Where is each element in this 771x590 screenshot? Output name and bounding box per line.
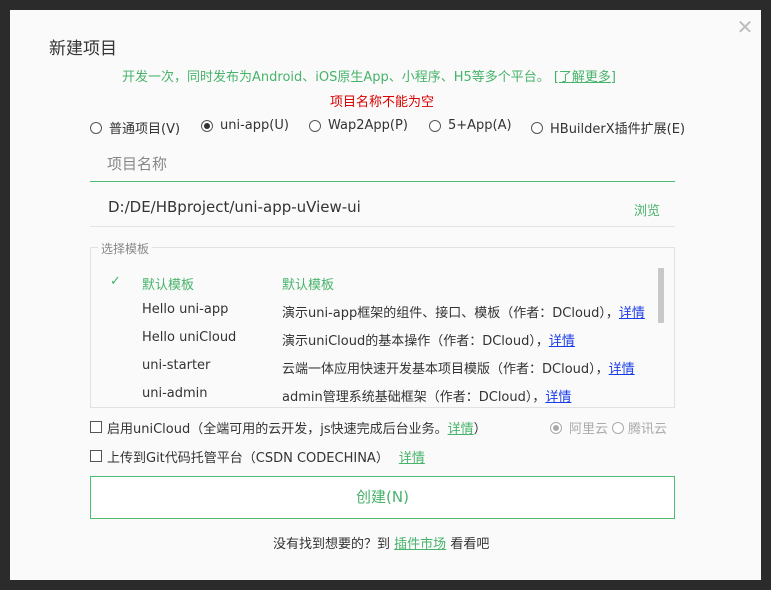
- location-row: D:/DE/HBproject/uni-app-uView-ui 浏览: [90, 192, 675, 227]
- radio-icon: [429, 119, 441, 132]
- plugin-market-link[interactable]: 插件市场: [394, 537, 446, 552]
- project-name-input[interactable]: [90, 146, 675, 182]
- type-label: uni-app(U): [220, 118, 289, 133]
- template-row-hello-unicloud[interactable]: Hello uniCloud 演示uniCloud的基本操作（作者：DCloud…: [91, 324, 661, 352]
- template-row-hello-uniapp[interactable]: Hello uni-app 演示uni-app框架的组件、接口、模板（作者：DC…: [91, 296, 661, 324]
- template-name: Hello uniCloud: [142, 330, 237, 345]
- template-list[interactable]: ✓ 默认模板 默认模板 Hello uni-app 演示uni-app框架的组件…: [91, 268, 661, 408]
- git-row: 上传到Git代码托管平台（CSDN CODECHINA） 详情: [90, 447, 425, 466]
- template-legend: 选择模板: [98, 240, 153, 257]
- type-normal-radio[interactable]: 普通项目(V): [90, 118, 180, 137]
- git-label: 上传到Git代码托管平台（CSDN CODECHINA）: [107, 450, 389, 466]
- template-desc: admin管理系统基础框架（作者：DCloud），详情: [282, 386, 571, 405]
- footer-prefix: 没有找到想要的？到: [273, 537, 391, 552]
- location-path[interactable]: D:/DE/HBproject/uni-app-uView-ui: [108, 198, 361, 216]
- template-desc: 云端一体应用快速开发基本项目模版（作者：DCloud），详情: [282, 358, 635, 377]
- error-message: 项目名称不能为空: [330, 95, 435, 110]
- unicloud-close-paren: ）: [473, 421, 487, 437]
- template-row-default[interactable]: ✓ 默认模板 默认模板: [91, 268, 661, 296]
- footer-text: 没有找到想要的？到 插件市场 看看吧: [273, 533, 489, 552]
- template-row-uni-starter[interactable]: uni-starter 云端一体应用快速开发基本项目模版（作者：DCloud），…: [91, 352, 661, 380]
- template-detail-link[interactable]: 详情: [545, 390, 571, 405]
- git-detail-link[interactable]: 详情: [399, 447, 425, 466]
- template-detail-link[interactable]: 详情: [609, 362, 635, 377]
- template-name: uni-admin: [142, 386, 208, 401]
- unicloud-checkbox[interactable]: [90, 421, 102, 433]
- template-row-uni-admin[interactable]: uni-admin admin管理系统基础框架（作者：DCloud），详情: [91, 380, 661, 408]
- template-detail-link[interactable]: 详情: [549, 334, 575, 349]
- template-scrollbar[interactable]: [658, 268, 664, 323]
- type-label: Wap2App(P): [328, 118, 408, 133]
- template-desc-text: 演示uni-app框架的组件、接口、模板（作者：DCloud），: [282, 306, 619, 321]
- template-desc: 演示uni-app框架的组件、接口、模板（作者：DCloud），详情: [282, 302, 645, 321]
- footer-suffix: 看看吧: [450, 537, 490, 552]
- type-hbuilderx-plugin-radio[interactable]: HBuilderX插件扩展(E): [531, 118, 685, 137]
- type-label: 普通项目(V): [109, 122, 181, 137]
- provider-aliyun-label: 阿里云: [569, 422, 609, 437]
- radio-selected-icon: [201, 119, 213, 132]
- template-desc-text: admin管理系统基础框架（作者：DCloud），: [282, 390, 546, 405]
- git-checkbox[interactable]: [90, 450, 102, 462]
- template-name: Hello uni-app: [142, 302, 229, 317]
- template-desc: 默认模板: [282, 278, 335, 293]
- unicloud-detail-link[interactable]: 详情: [448, 418, 474, 437]
- dialog-subtitle: 开发一次，同时发布为Android、iOS原生App、小程序、H5等多个平台。 […: [122, 66, 616, 85]
- type-uniapp-radio[interactable]: uni-app(U): [201, 118, 289, 133]
- unicloud-row: 启用uniCloud（全端可用的云开发，js快速完成后台业务。 详情）: [90, 418, 487, 437]
- radio-icon: [309, 119, 321, 132]
- radio-icon[interactable]: [612, 421, 625, 434]
- type-label: 5+App(A): [448, 118, 512, 133]
- template-group: 选择模板 ✓ 默认模板 默认模板 Hello uni-app 演示uni-app…: [90, 240, 675, 408]
- radio-icon: [531, 121, 543, 134]
- subtitle-text: 开发一次，同时发布为Android、iOS原生App、小程序、H5等多个平台。: [122, 70, 550, 85]
- type-5plusapp-radio[interactable]: 5+App(A): [429, 118, 512, 133]
- template-desc-text: 云端一体应用快速开发基本项目模版（作者：DCloud），: [282, 362, 609, 377]
- close-icon[interactable]: ✕: [734, 16, 756, 38]
- provider-tencent-label: 腾讯云: [628, 422, 668, 437]
- new-project-dialog: ✕ 新建项目 开发一次，同时发布为Android、iOS原生App、小程序、H5…: [10, 10, 761, 580]
- template-detail-link[interactable]: 详情: [619, 306, 645, 321]
- learn-more-link[interactable]: [了解更多]: [554, 70, 616, 85]
- type-wap2app-radio[interactable]: Wap2App(P): [309, 118, 408, 133]
- dialog-title: 新建项目: [49, 39, 117, 59]
- cloud-provider-group: 阿里云 腾讯云: [550, 418, 667, 437]
- template-desc-text: 演示uniCloud的基本操作（作者：DCloud），: [282, 334, 549, 349]
- unicloud-label: 启用uniCloud（全端可用的云开发，js快速完成后台业务。: [107, 421, 448, 437]
- browse-button[interactable]: 浏览: [634, 200, 660, 219]
- template-desc: 演示uniCloud的基本操作（作者：DCloud），详情: [282, 330, 575, 349]
- radio-selected-icon[interactable]: [550, 421, 562, 434]
- type-label: HBuilderX插件扩展(E): [550, 122, 686, 137]
- radio-icon: [90, 121, 102, 134]
- template-name: uni-starter: [142, 358, 211, 373]
- template-name: 默认模板: [142, 278, 195, 293]
- checkmark-icon: ✓: [110, 274, 121, 289]
- create-button[interactable]: 创建(N): [90, 476, 675, 519]
